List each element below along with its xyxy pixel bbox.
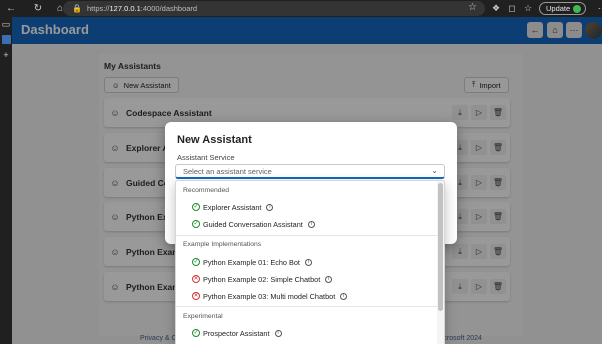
info-icon[interactable]: i	[340, 292, 348, 300]
info-icon[interactable]: i	[304, 258, 312, 266]
field-label: Assistant Service	[177, 153, 235, 162]
option-label: Python Example 02: Simple Chatbot	[203, 274, 321, 284]
check-circle-icon: ✓	[192, 220, 200, 228]
error-circle-icon: ✕	[192, 292, 200, 300]
option-label: Prospector Assistant	[203, 328, 270, 338]
extensions-icon[interactable]: ❖	[488, 3, 504, 14]
browser-toolbar-right: ❖ ◻ ☆ Update ⋯ ✦	[488, 0, 602, 17]
option-guided-conversation-assistant[interactable]: ✓ Guided Conversation Assistant i	[192, 218, 315, 230]
scrollbar[interactable]	[437, 181, 444, 344]
dialog-title: New Assistant	[177, 134, 252, 146]
lock-icon: 🔒	[72, 4, 82, 13]
sync-status-icon	[573, 4, 582, 13]
url-host: 127.0.0.1	[109, 4, 141, 13]
group-label: Example Implementations	[183, 241, 262, 248]
info-icon[interactable]: i	[266, 203, 274, 211]
error-circle-icon: ✕	[192, 275, 200, 283]
group-label: Recommended	[183, 187, 230, 194]
option-label: Explorer Assistant	[203, 202, 262, 212]
option-explorer-assistant[interactable]: ✓ Explorer Assistant i	[192, 201, 274, 213]
refresh-icon[interactable]: ↻	[32, 3, 44, 15]
url-text[interactable]: https://127.0.0.1:4000/dashboard	[87, 4, 197, 13]
check-circle-icon: ✓	[192, 203, 200, 211]
check-circle-icon: ✓	[192, 258, 200, 266]
back-arrow-icon[interactable]: ←	[5, 3, 17, 15]
chevron-down-icon: ⌄	[431, 166, 438, 175]
new-tab-plus-icon[interactable]: +	[0, 47, 12, 62]
scrollbar-thumb[interactable]	[438, 183, 443, 311]
favorite-star-icon[interactable]: ☆	[468, 2, 477, 13]
address-bar[interactable]: 🔒 https://127.0.0.1:4000/dashboard ☆	[63, 1, 485, 16]
info-icon[interactable]: i	[325, 275, 333, 283]
service-listbox[interactable]: Recommended ✓ Explorer Assistant i ✓ Gui…	[175, 180, 445, 344]
group-divider	[176, 235, 438, 236]
info-icon[interactable]: i	[307, 220, 315, 228]
option-label: Python Example 03: Multi model Chatbot	[203, 291, 336, 301]
url-scheme: https://	[87, 4, 110, 13]
assistant-service-select[interactable]: Select an assistant service ⌄	[175, 164, 445, 179]
update-button[interactable]: Update	[539, 2, 587, 15]
option-label: Python Example 01: Echo Bot	[203, 257, 300, 267]
tab-actions-icon[interactable]: ▭	[0, 17, 12, 32]
url-path: :4000/dashboard	[140, 4, 198, 13]
check-circle-icon: ✓	[192, 329, 200, 337]
option-python-example-01[interactable]: ✓ Python Example 01: Echo Bot i	[192, 256, 312, 268]
browser-side-rail: ▭ +	[0, 17, 12, 344]
option-python-example-03[interactable]: ✕ Python Example 03: Multi model Chatbot…	[192, 290, 348, 302]
group-label: Experimental	[183, 313, 223, 320]
option-label: Guided Conversation Assistant	[203, 219, 303, 229]
favorites-icon[interactable]: ☆	[520, 3, 536, 14]
vertical-tab-active-icon[interactable]	[0, 32, 12, 47]
browser-toolbar: ← ↻ ⌂ 🔒 https://127.0.0.1:4000/dashboard…	[0, 0, 602, 17]
option-prospector-assistant[interactable]: ✓ Prospector Assistant i	[192, 327, 282, 339]
option-python-example-02[interactable]: ✕ Python Example 02: Simple Chatbot i	[192, 273, 333, 285]
group-divider	[176, 306, 438, 307]
update-label: Update	[546, 4, 571, 13]
select-placeholder: Select an assistant service	[183, 166, 272, 176]
collections-icon[interactable]: ◻	[504, 3, 520, 14]
more-menu-icon[interactable]: ⋯	[594, 3, 602, 14]
info-icon[interactable]: i	[274, 329, 282, 337]
